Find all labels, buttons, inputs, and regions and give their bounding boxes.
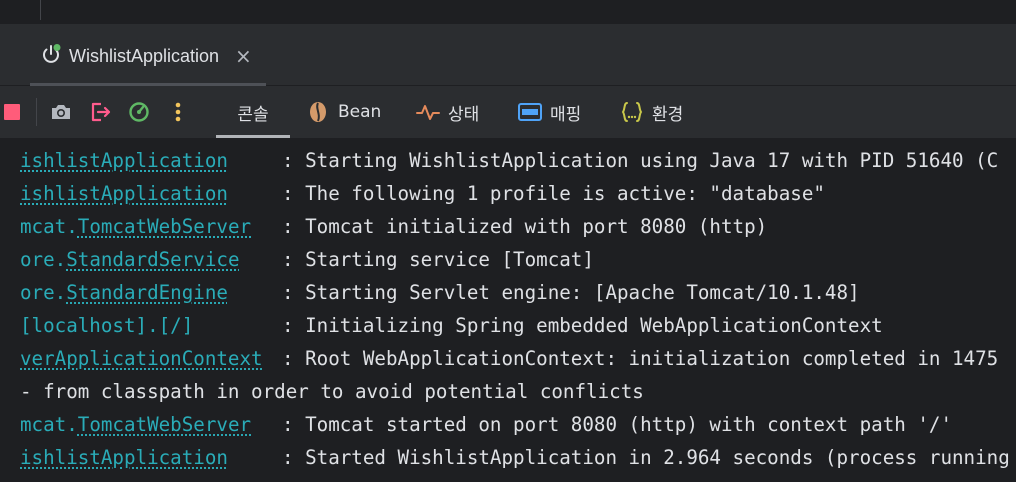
toolbar-separator bbox=[36, 98, 37, 126]
logger-name[interactable]: verApplicationContext bbox=[20, 342, 263, 375]
console-toolbar: 콘솔 Bean 상태 매핑 환경 bbox=[0, 86, 1016, 138]
tab-health[interactable]: 상태 bbox=[416, 86, 479, 138]
logger-name: [localhost].[/] bbox=[20, 314, 194, 337]
logger-name[interactable]: mcat.TomcatWebServer bbox=[20, 408, 251, 441]
log-message: - from classpath in order to avoid poten… bbox=[20, 380, 644, 403]
logger-name[interactable]: ore.StandardService bbox=[20, 243, 240, 276]
api-icon bbox=[518, 103, 542, 121]
tab-mappings[interactable]: 매핑 bbox=[518, 86, 581, 138]
bean-icon bbox=[310, 102, 326, 122]
camera-icon[interactable] bbox=[48, 99, 74, 125]
log-line: ishlistApplication : Started WishlistApp… bbox=[0, 441, 1016, 474]
tab-console[interactable]: 콘솔 bbox=[216, 86, 290, 138]
top-divider bbox=[40, 0, 41, 20]
log-line: ore.StandardEngine : Starting Servlet en… bbox=[0, 276, 1016, 309]
spring-boot-run-icon bbox=[43, 44, 61, 63]
log-message: : Root WebApplicationContext: initializa… bbox=[282, 347, 999, 370]
tab-mappings-label: 매핑 bbox=[550, 104, 582, 125]
tab-bean[interactable]: Bean bbox=[306, 86, 381, 138]
logger-name[interactable]: ishlistApplication bbox=[20, 144, 228, 177]
top-bar bbox=[0, 0, 1016, 25]
tab-environment-label: 환경 bbox=[652, 104, 684, 125]
tab-environment[interactable]: 환경 bbox=[620, 86, 683, 138]
log-line: ishlistApplication : Starting WishlistAp… bbox=[0, 144, 1016, 177]
profiler-icon[interactable] bbox=[126, 99, 152, 125]
log-line: ore.StandardService : Starting service [… bbox=[0, 243, 1016, 276]
log-message: : Tomcat initialized with port 8080 (htt… bbox=[282, 215, 768, 238]
health-pulse-icon bbox=[416, 105, 440, 120]
logger-name[interactable]: ore.StandardEngine bbox=[20, 276, 228, 309]
log-message: : Starting service [Tomcat] bbox=[282, 248, 594, 271]
log-message: : Tomcat started on port 8080 (http) wit… bbox=[282, 413, 953, 436]
close-icon[interactable]: × bbox=[235, 44, 252, 68]
log-message: : Started WishlistApplication in 2.964 s… bbox=[282, 446, 1010, 469]
logger-name[interactable]: mcat.TomcatWebServer bbox=[20, 210, 251, 243]
braces-icon bbox=[621, 102, 643, 122]
log-message: : Starting Servlet engine: [Apache Tomca… bbox=[282, 281, 860, 304]
log-line: [localhost].[/] : Initializing Spring em… bbox=[0, 309, 1016, 342]
log-line: ishlistApplication : The following 1 pro… bbox=[0, 177, 1016, 210]
log-line: mcat.TomcatWebServer : Tomcat initialize… bbox=[0, 210, 1016, 243]
run-tab-label: WishlistApplication bbox=[69, 46, 220, 66]
exit-icon[interactable] bbox=[87, 99, 113, 125]
log-line: verApplicationContext : Root WebApplicat… bbox=[0, 342, 1016, 375]
tab-health-label: 상태 bbox=[448, 104, 480, 125]
log-line: mcat.TomcatWebServer : Tomcat started on… bbox=[0, 408, 1016, 441]
run-tab-wishlist-application[interactable]: WishlistApplication × bbox=[30, 25, 266, 86]
console-output[interactable]: ishlistApplication : Starting WishlistAp… bbox=[0, 138, 1016, 482]
run-tab-bar: WishlistApplication × bbox=[0, 25, 1016, 86]
log-message: : The following 1 profile is active: "da… bbox=[282, 182, 825, 205]
tab-console-label: 콘솔 bbox=[237, 104, 269, 125]
log-message: : Initializing Spring embedded WebApplic… bbox=[282, 314, 883, 337]
stop-icon[interactable] bbox=[0, 99, 26, 125]
logger-name[interactable]: ishlistApplication bbox=[20, 441, 228, 474]
logger-name[interactable]: ishlistApplication bbox=[20, 177, 228, 210]
more-vertical-icon[interactable] bbox=[165, 99, 191, 125]
log-message: : Starting WishlistApplication using Jav… bbox=[282, 149, 999, 172]
tab-bean-label: Bean bbox=[338, 102, 382, 122]
log-line: - from classpath in order to avoid poten… bbox=[0, 375, 1016, 408]
